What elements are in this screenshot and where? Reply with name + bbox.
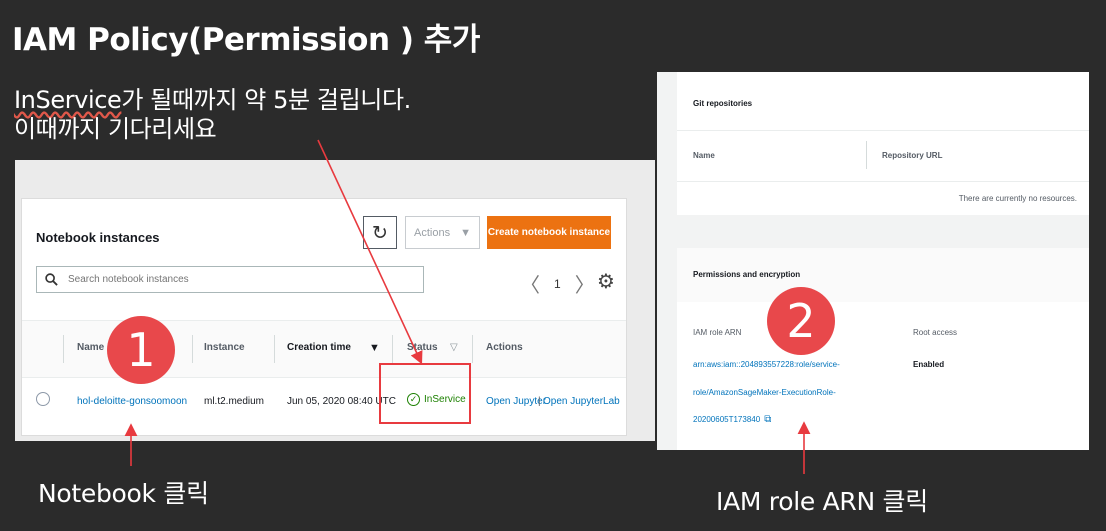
- annotation-arrows: [124, 139, 811, 474]
- arrow-to-status: [317, 139, 423, 365]
- caption-iam-role-click: IAM role ARN 클릭: [716, 487, 928, 516]
- caption-notebook-click: Notebook 클릭: [38, 479, 209, 508]
